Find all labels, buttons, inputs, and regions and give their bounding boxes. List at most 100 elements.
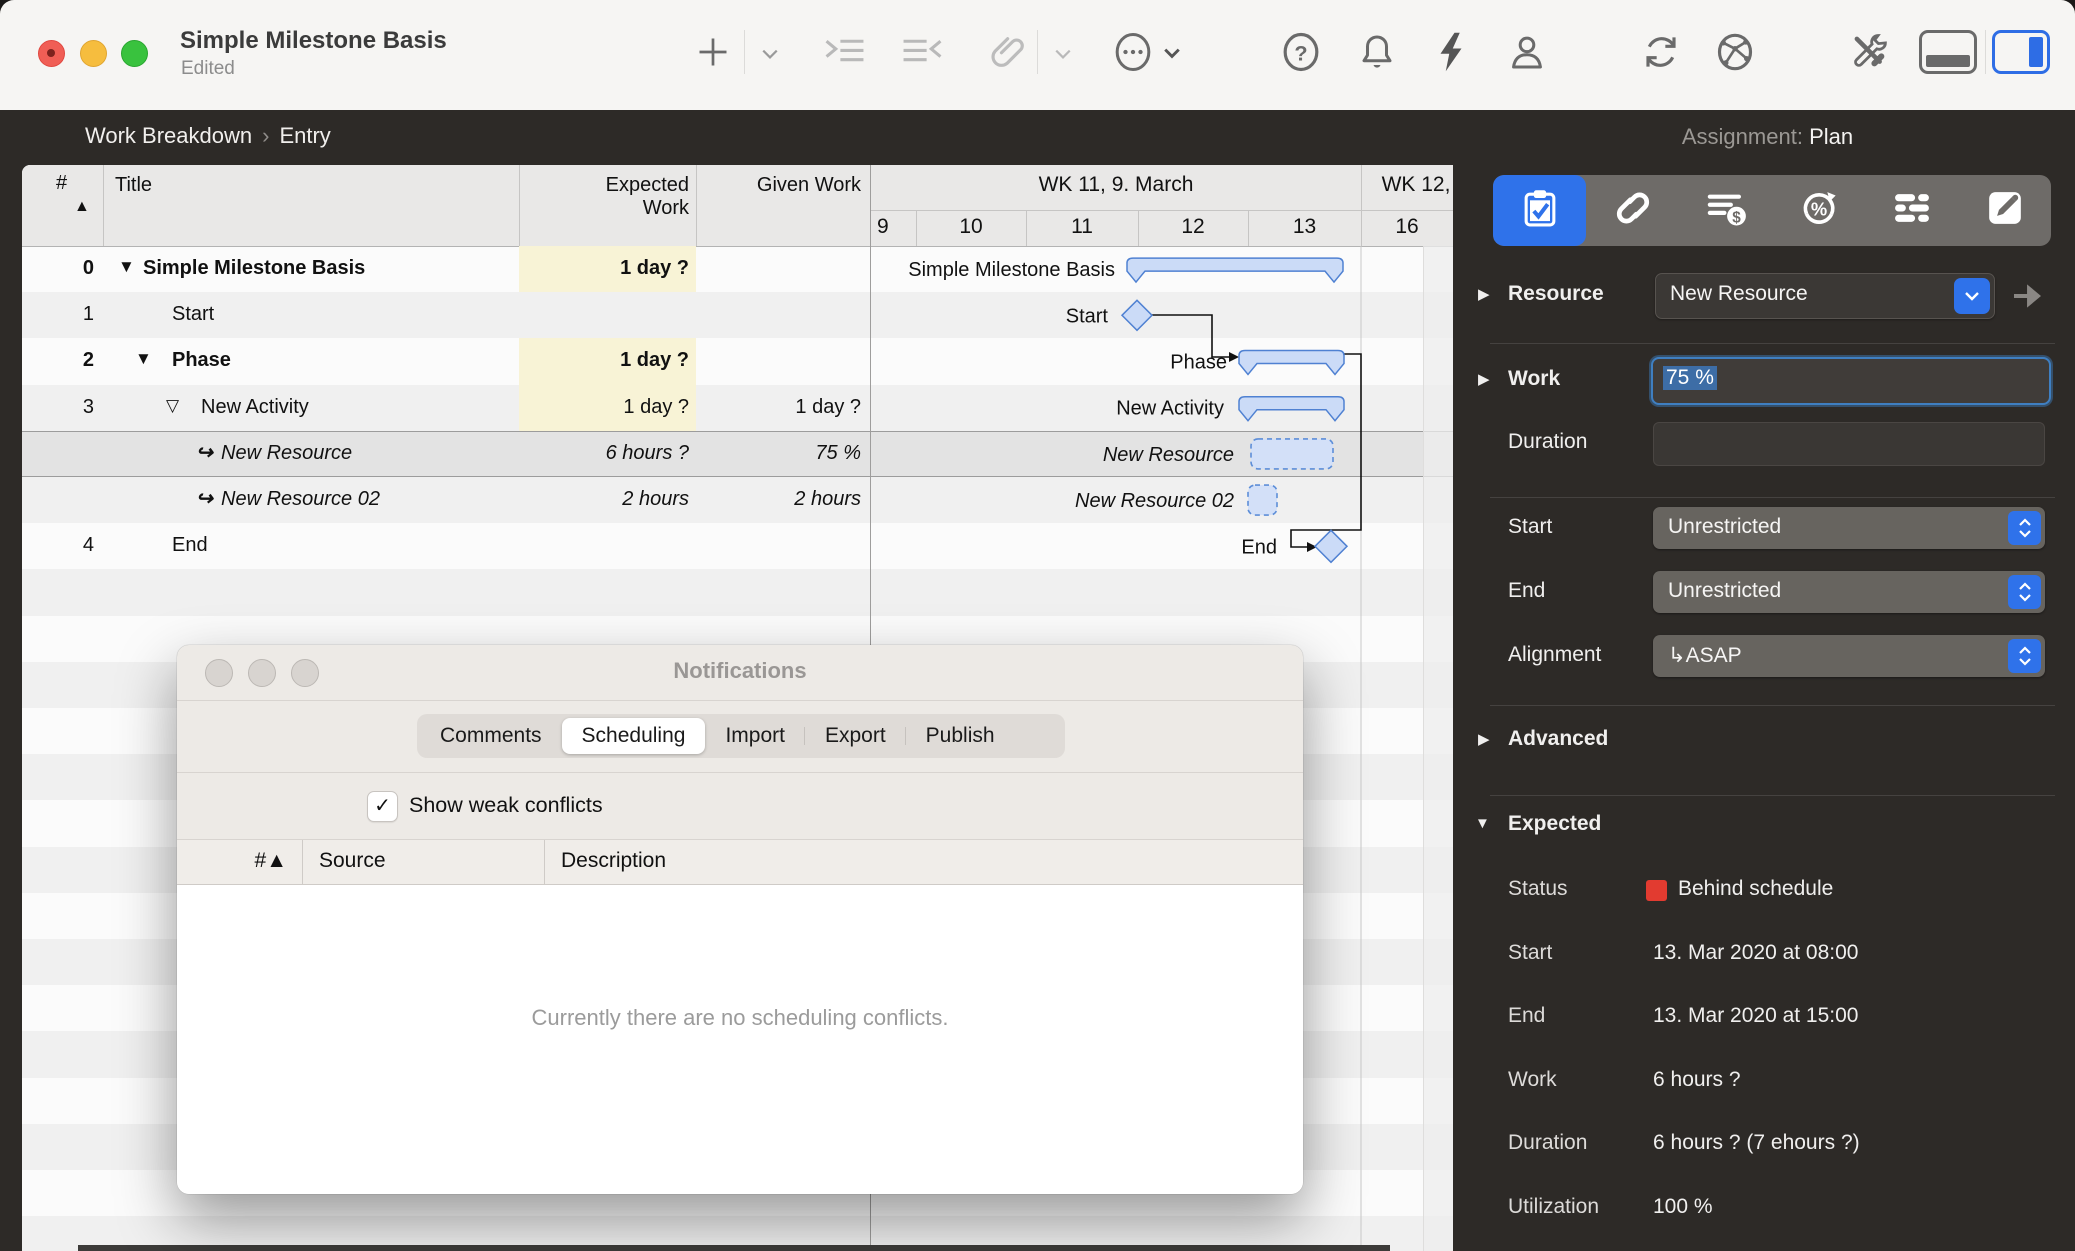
advanced-section-label[interactable]: Advanced: [1508, 727, 1608, 751]
resource-section-label[interactable]: Resource: [1508, 282, 1604, 306]
given-work-value[interactable]: 1 day ?: [697, 396, 861, 419]
week-header[interactable]: WK 12,: [1306, 173, 1453, 197]
outdent-button[interactable]: [902, 37, 942, 67]
inspector-tab-groups[interactable]: [1865, 175, 1958, 246]
more-actions-button[interactable]: [1113, 32, 1153, 72]
disclosure-triangle-icon[interactable]: ▼: [118, 257, 135, 277]
gantt-milestone-diamond[interactable]: [1315, 530, 1347, 562]
dialog-tab-comments[interactable]: Comments: [420, 718, 562, 754]
work-section-label[interactable]: Work: [1508, 367, 1560, 391]
start-constraint-popup[interactable]: Unrestricted: [1653, 507, 2045, 549]
help-button[interactable]: ?: [1281, 32, 1321, 72]
end-constraint-popup[interactable]: Unrestricted: [1653, 571, 2045, 613]
gantt-group-bar[interactable]: [1239, 397, 1344, 421]
assign-arrow-icon[interactable]: [2011, 284, 2041, 313]
sort-ascending-icon[interactable]: ▲: [74, 198, 90, 216]
task-title[interactable]: New Activity: [201, 396, 309, 419]
expected-disclosure-icon[interactable]: ▼: [1475, 815, 1490, 832]
week-header[interactable]: WK 11, 9. March: [1006, 173, 1226, 197]
task-title[interactable]: End: [172, 534, 208, 557]
task-title[interactable]: New Resource: [221, 442, 352, 465]
work-disclosure-icon[interactable]: ▶: [1478, 370, 1490, 388]
inspector-tab-task-info[interactable]: [1493, 175, 1586, 246]
expected-work-value[interactable]: 1 day ?: [519, 257, 689, 280]
alignment-stepper-icon[interactable]: [2008, 639, 2041, 673]
dialog-title-bar[interactable]: Notifications: [177, 645, 1303, 701]
day-header[interactable]: 10: [916, 215, 1026, 239]
conflicts-table-body: Currently there are no scheduling confli…: [177, 885, 1303, 1194]
add-chevron-icon[interactable]: [761, 48, 779, 60]
resource-disclosure-icon[interactable]: ▶: [1478, 285, 1490, 303]
column-header-title[interactable]: Title: [115, 174, 152, 197]
breadcrumb-section[interactable]: Work Breakdown: [85, 123, 252, 148]
disclosure-triangle-icon[interactable]: ▼: [135, 349, 152, 369]
expected-work-value[interactable]: 1 day ?: [519, 396, 689, 419]
publish-globe-button[interactable]: [1715, 32, 1755, 72]
conflicts-column-num[interactable]: #▲: [197, 849, 287, 873]
gantt-milestone-diamond[interactable]: [1122, 300, 1152, 330]
zoom-button[interactable]: [121, 40, 148, 67]
gantt-assignment-bar[interactable]: [1251, 439, 1333, 469]
end-stepper-icon[interactable]: [2008, 575, 2041, 609]
gantt-assignment-bar[interactable]: [1248, 485, 1277, 515]
inspector-tab-cost[interactable]: $: [1679, 175, 1772, 246]
day-header[interactable]: 16: [1361, 215, 1453, 239]
resource-dropdown-chevron-icon[interactable]: [1954, 278, 1990, 314]
expected-work-value[interactable]: 2 hours: [519, 488, 689, 511]
work-input[interactable]: 75 %: [1651, 357, 2051, 405]
resources-person-button[interactable]: [1508, 32, 1546, 72]
close-button[interactable]: [38, 40, 65, 67]
task-title[interactable]: Simple Milestone Basis: [143, 257, 365, 280]
day-header[interactable]: 11: [1026, 215, 1138, 239]
task-title[interactable]: New Resource 02: [221, 488, 380, 511]
dialog-tab-scheduling[interactable]: Scheduling: [562, 718, 706, 754]
bottom-panel-toggle[interactable]: [1919, 30, 1977, 74]
attachment-button[interactable]: [988, 33, 1026, 71]
sync-button[interactable]: [1641, 31, 1681, 73]
expected-work-value[interactable]: 1 day ?: [519, 349, 689, 372]
dialog-tab-publish[interactable]: Publish: [906, 718, 1015, 754]
indent-button[interactable]: [825, 37, 865, 67]
resource-dropdown[interactable]: New Resource: [1655, 273, 1995, 319]
gantt-timeline-header[interactable]: WK 11, 9. MarchWK 12,91011121316: [871, 165, 1453, 247]
gantt-group-bar[interactable]: [1239, 351, 1344, 375]
disclosure-triangle-icon[interactable]: ▽: [166, 396, 179, 416]
gantt-scrollbar-track[interactable]: [1423, 246, 1453, 1251]
add-task-button[interactable]: [695, 34, 731, 70]
column-header-num[interactable]: #: [56, 172, 67, 195]
task-title[interactable]: Start: [172, 303, 214, 326]
more-chevron-icon[interactable]: [1163, 47, 1181, 59]
conflicts-column-description[interactable]: Description: [561, 849, 666, 873]
breadcrumb[interactable]: Work Breakdown›Entry: [85, 123, 331, 149]
row-number: 3: [22, 396, 94, 419]
conflicts-column-source[interactable]: Source: [319, 849, 386, 873]
day-header[interactable]: 13: [1248, 215, 1361, 239]
start-stepper-icon[interactable]: [2008, 511, 2041, 545]
task-title[interactable]: Phase: [172, 349, 231, 372]
dialog-tab-export[interactable]: Export: [805, 718, 906, 754]
tools-button[interactable]: [1849, 31, 1891, 73]
alignment-popup[interactable]: ↳ASAP: [1653, 635, 2045, 677]
inspector-tab-dependencies[interactable]: [1586, 175, 1679, 246]
advanced-disclosure-icon[interactable]: ▶: [1478, 730, 1490, 748]
inspector-tab-notes[interactable]: [1958, 175, 2051, 246]
right-panel-toggle[interactable]: [1992, 30, 2050, 74]
breadcrumb-current[interactable]: Entry: [279, 123, 330, 148]
expected-section-label[interactable]: Expected: [1508, 812, 1601, 836]
inspector-tab-effort[interactable]: %: [1772, 175, 1865, 246]
show-weak-conflicts-checkbox[interactable]: ✓: [367, 791, 398, 822]
given-work-value[interactable]: 2 hours: [697, 488, 861, 511]
show-weak-conflicts-label[interactable]: Show weak conflicts: [409, 793, 603, 818]
given-work-value[interactable]: 75 %: [697, 442, 861, 465]
notifications-bell-button[interactable]: [1358, 32, 1396, 72]
attachment-chevron-icon[interactable]: [1054, 48, 1072, 60]
day-header[interactable]: 12: [1138, 215, 1248, 239]
duration-input[interactable]: [1653, 422, 2045, 466]
expected-work-value[interactable]: 6 hours ?: [519, 442, 689, 465]
minimize-button[interactable]: [80, 40, 107, 67]
actions-bolt-button[interactable]: [1436, 31, 1466, 73]
dialog-tab-import[interactable]: Import: [705, 718, 805, 754]
column-header-given-work[interactable]: Given Work: [697, 174, 861, 197]
column-header-expected-work[interactable]: ExpectedWork: [519, 174, 689, 220]
gantt-group-bar[interactable]: [1127, 258, 1343, 282]
